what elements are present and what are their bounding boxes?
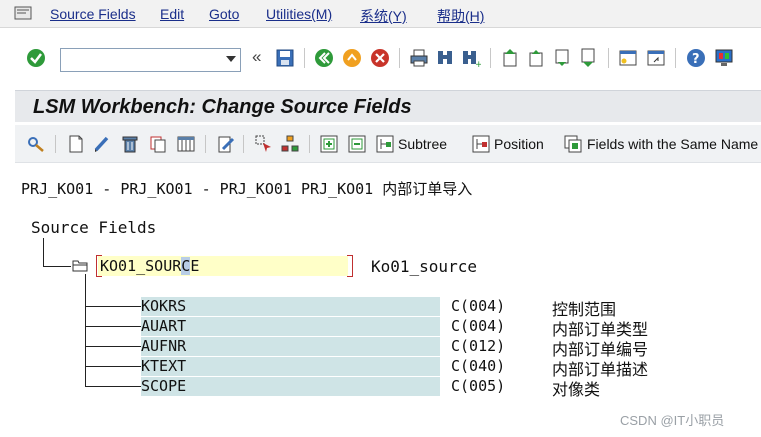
menu-help[interactable]: 帮助(H) xyxy=(437,6,484,26)
layout-menu-icon[interactable] xyxy=(714,48,734,68)
save-icon[interactable] xyxy=(275,48,295,68)
watermark: CSDN @IT小职员 xyxy=(620,413,725,428)
display-change-icon[interactable] xyxy=(27,135,45,153)
subtree-icon[interactable] xyxy=(376,135,394,153)
last-page-icon[interactable] xyxy=(578,48,598,68)
tree-line xyxy=(85,326,141,327)
field-name[interactable]: KOKRS xyxy=(141,297,440,316)
menu-bar: Source Fields Edit Goto Utilities(M) 系统(… xyxy=(0,0,761,28)
field-name[interactable]: SCOPE xyxy=(141,377,440,396)
collapse-toolbar-icon[interactable]: « xyxy=(252,47,261,67)
tree-line xyxy=(85,366,141,367)
svg-text:?: ? xyxy=(692,52,700,67)
first-page-icon[interactable] xyxy=(500,48,520,68)
tree-line xyxy=(43,266,71,267)
field-name[interactable]: AUFNR xyxy=(141,337,440,356)
object-headline: PRJ_KO01 - PRJ_KO01 - PRJ_KO01 PRJ_KO01 … xyxy=(21,180,473,198)
tree-line xyxy=(85,274,86,387)
menu-edit[interactable]: Edit xyxy=(160,6,184,22)
help-icon[interactable]: ? xyxy=(686,48,706,68)
exit-icon[interactable] xyxy=(342,48,362,68)
menu-source-fields[interactable]: Source Fields xyxy=(50,6,136,22)
structure-description: Ko01_source xyxy=(371,257,477,276)
field-type: C(004) xyxy=(451,297,506,315)
menu-goto[interactable]: Goto xyxy=(209,6,239,22)
text-cursor: C xyxy=(181,257,191,275)
title-bar: LSM Workbench: Change Source Fields xyxy=(15,90,761,122)
edit-pencil-icon[interactable] xyxy=(93,135,111,153)
tree-line xyxy=(43,238,44,266)
tree-root-label[interactable]: Source Fields xyxy=(31,218,156,237)
structure-name-part: E xyxy=(190,257,200,275)
field-type: C(004) xyxy=(451,317,506,335)
field-name[interactable]: KTEXT xyxy=(141,357,440,376)
svg-text:+: + xyxy=(475,60,481,68)
table-icon[interactable] xyxy=(177,135,195,153)
collapse-icon[interactable] xyxy=(348,135,366,153)
structure-name-part: KO01_SOUR xyxy=(100,257,182,275)
sap-window: Source Fields Edit Goto Utilities(M) 系统(… xyxy=(0,0,761,437)
same-name-fields-icon[interactable] xyxy=(564,135,582,153)
same-name-fields-button[interactable]: Fields with the Same Name xyxy=(587,136,758,152)
cancel-icon[interactable] xyxy=(370,48,390,68)
create-icon[interactable] xyxy=(67,135,85,153)
expand-icon[interactable] xyxy=(320,135,338,153)
subtree-button[interactable]: Subtree xyxy=(398,136,447,152)
print-icon[interactable] xyxy=(409,48,429,68)
field-type: C(005) xyxy=(451,377,506,395)
field-name[interactable]: AUART xyxy=(141,317,440,336)
copy-icon[interactable] xyxy=(149,135,167,153)
command-field[interactable] xyxy=(60,48,241,72)
selection-bracket-right xyxy=(347,255,353,277)
folder-icon[interactable] xyxy=(72,259,88,272)
previous-page-icon[interactable] xyxy=(526,48,546,68)
field-type: C(012) xyxy=(451,337,506,355)
find-next-icon[interactable]: + xyxy=(461,48,481,68)
tree-node-structure[interactable]: KO01_SOURCE xyxy=(98,256,348,276)
back-icon[interactable] xyxy=(314,48,334,68)
system-menu-icon[interactable] xyxy=(14,6,32,20)
tree-line xyxy=(85,306,141,307)
select-icon[interactable] xyxy=(255,135,273,153)
chevron-down-icon[interactable] xyxy=(226,56,236,62)
application-toolbar: Subtree Position Fields with the Same Na… xyxy=(15,125,761,163)
position-button[interactable]: Position xyxy=(494,136,544,152)
tree-line xyxy=(85,346,141,347)
edit-document-icon[interactable] xyxy=(217,135,235,153)
page-title: LSM Workbench: Change Source Fields xyxy=(33,96,412,118)
tree-line xyxy=(85,386,141,387)
delete-icon[interactable] xyxy=(121,135,139,153)
menu-utilities[interactable]: Utilities(M) xyxy=(266,6,332,22)
shortcut-icon[interactable] xyxy=(646,48,666,68)
new-session-icon[interactable] xyxy=(618,48,638,68)
menu-system[interactable]: 系统(Y) xyxy=(360,6,407,26)
field-type: C(040) xyxy=(451,357,506,375)
position-icon[interactable] xyxy=(472,135,490,153)
hierarchy-icon[interactable] xyxy=(281,135,299,153)
find-icon[interactable] xyxy=(435,48,455,68)
field-description: 对像类 xyxy=(552,380,601,399)
next-page-icon[interactable] xyxy=(552,48,572,68)
enter-check-icon[interactable] xyxy=(26,48,46,68)
